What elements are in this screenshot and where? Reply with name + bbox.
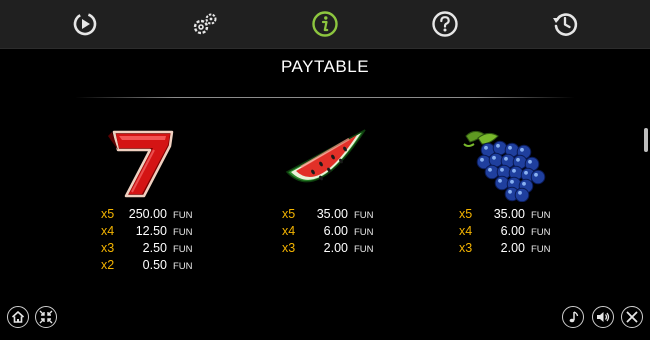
multiplier: x3: [282, 241, 296, 255]
grape-highlight: [488, 167, 492, 172]
currency: FUN: [531, 210, 551, 221]
multiplier: x3: [101, 241, 115, 255]
payout-value: 6.00: [500, 224, 525, 238]
grape-highlight: [534, 172, 538, 177]
music-button[interactable]: [562, 306, 584, 328]
grapes-symbol: [458, 126, 548, 202]
currency: FUN: [173, 210, 193, 221]
history-button[interactable]: [550, 9, 580, 39]
close-button[interactable]: [621, 306, 643, 328]
grape-highlight: [520, 147, 524, 152]
grapes-icon: [463, 130, 546, 202]
close-icon: [626, 311, 638, 323]
gears-icon: [193, 13, 217, 35]
exit-fullscreen-button[interactable]: [35, 306, 57, 328]
payout-value: 2.50: [142, 241, 167, 255]
grape-highlight: [496, 143, 500, 148]
payout-row: x2 0.50 FUN: [101, 257, 193, 274]
history-icon: [553, 13, 578, 36]
grape-highlight: [518, 190, 522, 195]
payout-value: 2.00: [323, 241, 348, 255]
currency: FUN: [531, 227, 551, 238]
grape-cluster: [476, 140, 546, 202]
grape-highlight: [516, 157, 520, 162]
currency: FUN: [173, 261, 193, 272]
payout-value: 250.00: [128, 207, 167, 221]
currency: FUN: [354, 227, 374, 238]
grape-highlight: [512, 168, 516, 173]
home-button[interactable]: [7, 306, 29, 328]
payout-row: x4 12.50 FUN: [101, 223, 193, 240]
watermelon-paytable: x5 35.00 FUN x4 6.00 FUN x3 2.00 FUN: [282, 206, 374, 257]
settings-button[interactable]: [190, 9, 220, 39]
autoplay-button[interactable]: [70, 9, 100, 39]
currency: FUN: [531, 244, 551, 255]
currency: FUN: [173, 244, 193, 255]
currency: FUN: [354, 210, 374, 221]
music-icon: [569, 311, 579, 323]
grape-berry: [530, 169, 546, 185]
payout-value: 12.50: [135, 224, 167, 238]
seven-icon: [108, 130, 174, 198]
multiplier: x4: [101, 224, 115, 238]
grape-berry: [514, 187, 530, 202]
grape-highlight: [508, 145, 512, 150]
grape-highlight: [522, 181, 526, 186]
grape-highlight: [504, 156, 508, 161]
payout-row: x5 35.00 FUN: [459, 206, 551, 223]
title-divider: [75, 97, 575, 98]
multiplier: x2: [101, 258, 115, 272]
multiplier: x5: [101, 207, 115, 221]
payout-row: x5 35.00 FUN: [282, 206, 374, 223]
payout-row: x3 2.00 FUN: [282, 240, 374, 257]
sound-icon: [597, 312, 610, 322]
payout-row: x4 6.00 FUN: [282, 223, 374, 240]
currency: FUN: [173, 227, 193, 238]
payout-row: x5 250.00 FUN: [101, 206, 193, 223]
info-button[interactable]: [310, 9, 340, 39]
grape-berry: [494, 175, 510, 191]
scrollbar[interactable]: [644, 128, 648, 152]
grape-highlight: [524, 170, 528, 175]
payout-value: 2.00: [500, 241, 525, 255]
top-nav-bar: [0, 0, 650, 49]
multiplier: x5: [459, 207, 473, 221]
grapes-paytable: x5 35.00 FUN x4 6.00 FUN x3 2.00 FUN: [459, 206, 551, 257]
payout-row: x4 6.00 FUN: [459, 223, 551, 240]
payout-value: 35.00: [316, 207, 348, 221]
page-title: PAYTABLE: [280, 57, 370, 76]
payout-row: x3 2.50 FUN: [101, 240, 193, 257]
replay-icon: [73, 12, 97, 36]
multiplier: x4: [282, 224, 296, 238]
grape-highlight: [508, 189, 512, 194]
seven-paytable: x5 250.00 FUN x4 12.50 FUN x3 2.50 FUN x2 0.50 F…: [101, 206, 193, 274]
sound-button[interactable]: [592, 306, 614, 328]
grape-highlight: [528, 159, 532, 164]
seven-symbol: [104, 126, 184, 202]
home-icon: [11, 311, 25, 323]
info-icon: [312, 11, 338, 37]
grape-highlight: [500, 167, 504, 172]
grape-highlight: [510, 179, 514, 184]
payout-value: 6.00: [323, 224, 348, 238]
payout-value: 35.00: [493, 207, 525, 221]
payout-value: 0.50: [142, 258, 167, 272]
grape-highlight: [498, 178, 502, 183]
fullscreen-exit-icon: [39, 310, 53, 324]
multiplier: x4: [459, 224, 473, 238]
help-button[interactable]: [430, 9, 460, 39]
payout-row: x3 2.00 FUN: [459, 240, 551, 257]
watermelon-symbol: [283, 126, 369, 202]
multiplier: x5: [282, 207, 296, 221]
grape-highlight: [492, 155, 496, 160]
grape-highlight: [484, 145, 488, 150]
multiplier: x3: [459, 241, 473, 255]
currency: FUN: [354, 244, 374, 255]
grape-highlight: [480, 157, 484, 162]
watermelon-icon: [285, 129, 366, 183]
help-icon: [432, 11, 458, 37]
